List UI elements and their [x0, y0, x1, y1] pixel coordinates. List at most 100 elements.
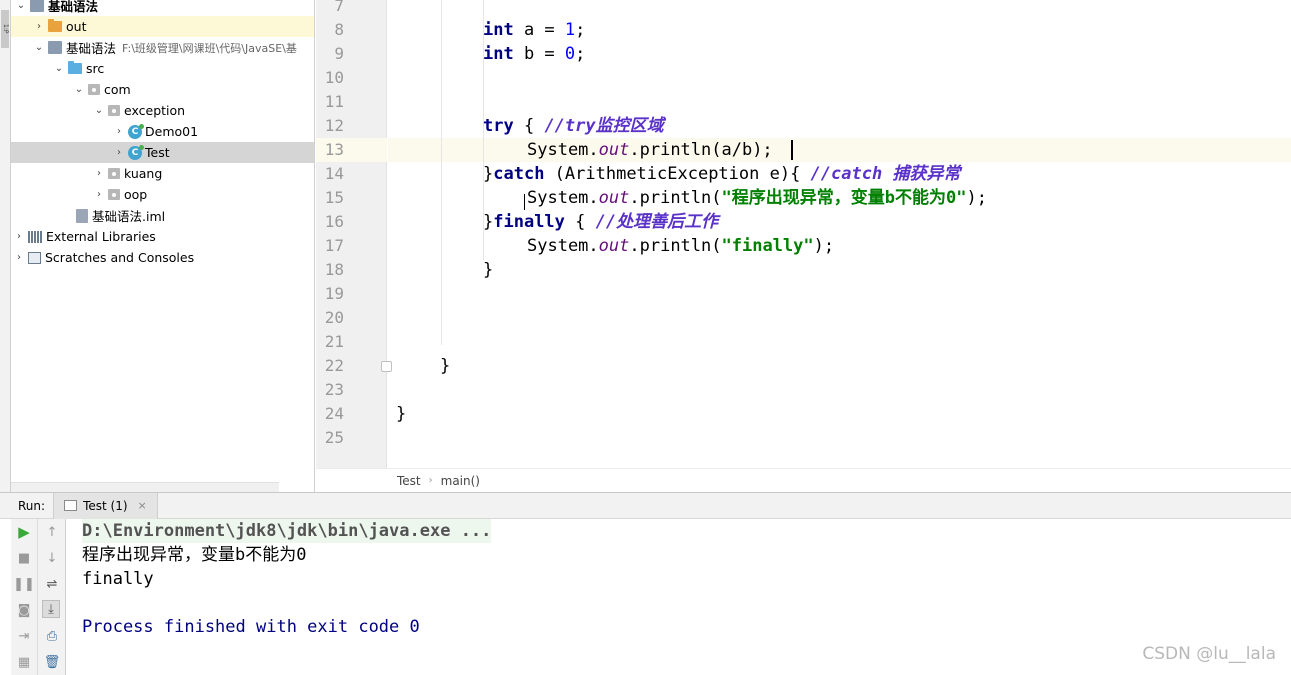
chevron-down-icon[interactable]: ⌄ [15, 0, 27, 11]
indent-guide [441, 0, 442, 345]
package-icon [108, 168, 120, 179]
module-path: F:\班级管理\网课班\代码\JavaSE\基 [122, 41, 297, 55]
print-icon[interactable]: ⎙ [43, 627, 61, 645]
tree-item-label: kuang [124, 166, 163, 181]
package-icon [108, 189, 120, 200]
scroll-end-icon[interactable]: ⤓ [42, 600, 60, 618]
tree-item-label: 基础语法.iml [92, 209, 166, 224]
tree-row-kuang[interactable]: › kuang [11, 163, 314, 184]
tree-item-label: 基础语法 [66, 41, 117, 56]
chevron-down-icon[interactable]: ⌄ [33, 42, 45, 53]
run-toolbar-secondary: ↑ ↓ ⇌ ⤓ ⎙ 🗑 [38, 519, 66, 675]
line-number: 24 [324, 404, 344, 423]
down-icon[interactable]: ↓ [43, 549, 61, 567]
run-icon[interactable]: ▶ [15, 523, 33, 541]
tree-item-label: src [86, 61, 105, 76]
chevron-down-icon[interactable]: ⌄ [53, 63, 65, 74]
tree-row-src[interactable]: ⌄ src [11, 58, 314, 79]
code-editor[interactable]: 7 8 9 10 11 12 13 14 15 16 17 18 19 20 21 22 23 24 25 int … [316, 0, 1291, 492]
tree-item-label: Test [145, 145, 170, 160]
code-line-13: System.out.println(a/b); [527, 140, 773, 160]
stop-icon[interactable]: ■ [15, 549, 33, 567]
tree-row-external-libraries[interactable]: › External Libraries [11, 226, 314, 247]
chevron-down-icon[interactable]: ⌄ [73, 84, 85, 95]
line-number: 22 [324, 356, 344, 375]
chevron-right-icon[interactable]: › [113, 126, 125, 137]
console-command-line: D:\Environment\jdk8\jdk\bin\java.exe ... [82, 519, 492, 543]
code-line-22: } [440, 356, 451, 376]
line-number: 21 [324, 332, 344, 351]
chevron-right-icon[interactable]: › [13, 231, 25, 242]
tree-item-label: out [66, 19, 87, 34]
watermark: CSDN @lu__lala [1142, 644, 1276, 664]
chevron-down-icon[interactable]: ⌄ [93, 105, 105, 116]
tree-row-iml[interactable]: 基础语法.iml [11, 205, 314, 226]
exit-icon[interactable]: ⇥ [15, 627, 33, 645]
breadcrumb-item-class[interactable]: Test [397, 474, 421, 488]
line-number: 7 [334, 0, 344, 15]
close-icon[interactable]: × [138, 499, 147, 512]
chevron-right-icon[interactable]: › [113, 147, 125, 158]
code-line-12: try { //try监控区域 [483, 116, 664, 136]
run-tab-label: Test (1) [83, 498, 128, 513]
run-config-icon [64, 500, 78, 511]
run-panel-label: Run: [18, 498, 46, 513]
library-icon [28, 230, 42, 243]
tree-row-com[interactable]: ⌄ com [11, 79, 314, 100]
line-number: 18 [324, 260, 344, 279]
mouse-ibeam-cursor [524, 194, 525, 210]
horizontal-scrollbar[interactable] [11, 482, 279, 492]
tree-root-label: 基础语法 [48, 0, 99, 14]
iml-file-icon [76, 208, 88, 223]
camera-icon[interactable]: ◙ [15, 601, 33, 619]
fold-marker-icon[interactable] [381, 361, 392, 372]
tree-row-test[interactable]: › C Test [11, 142, 314, 163]
run-tab-test[interactable]: Test (1) × [53, 492, 158, 519]
line-number: 14 [324, 164, 344, 183]
tree-row-module[interactable]: ⌄ 基础语法 F:\班级管理\网课班\代码\JavaSE\基 [11, 37, 314, 58]
line-number: 19 [324, 284, 344, 303]
tree-row-oop[interactable]: › oop [11, 184, 314, 205]
wrap-icon[interactable]: ⇌ [43, 575, 61, 593]
layout-icon[interactable]: ▦ [15, 653, 33, 671]
tree-item-label: External Libraries [46, 229, 156, 244]
line-number: 20 [324, 308, 344, 327]
chevron-right-icon[interactable]: › [33, 21, 45, 32]
run-toolbar-primary: ▶ ■ ❚❚ ◙ ⇥ ▦ [11, 519, 38, 675]
line-number: 16 [324, 212, 344, 231]
code-line-8: int a = 1; [483, 20, 586, 40]
project-tool-tab[interactable]: 1:P [1, 10, 9, 48]
tree-row-scratches[interactable]: › Scratches and Consoles [11, 247, 314, 268]
left-tool-strip: 1:P [0, 0, 11, 492]
chevron-right-icon[interactable]: › [93, 168, 105, 179]
tree-row-out[interactable]: › out [11, 16, 314, 37]
code-line-14: }catch (ArithmeticException e){ //catch … [483, 164, 961, 184]
trash-icon[interactable]: 🗑 [43, 653, 61, 671]
tree-item-label: oop [124, 187, 148, 202]
project-tree-panel: ⌄ 基础语法 › out ⌄ 基础语法 F:\班级管理\网课班\代码\JavaS… [11, 0, 315, 492]
line-number: 11 [324, 92, 344, 111]
breadcrumb-item-method[interactable]: main() [441, 474, 480, 488]
tree-row-exception[interactable]: ⌄ exception [11, 100, 314, 121]
pause-icon[interactable]: ❚❚ [13, 575, 35, 593]
scratches-icon [28, 251, 41, 264]
line-number: 12 [324, 116, 344, 135]
chevron-right-icon[interactable]: › [93, 189, 105, 200]
text-caret [791, 140, 793, 160]
java-class-icon: C [128, 123, 144, 139]
run-panel-header: Run: Test (1) × [0, 492, 1291, 519]
code-line-17: System.out.println("finally"); [527, 236, 835, 256]
tree-row-demo01[interactable]: › C Demo01 [11, 121, 314, 142]
line-number: 23 [324, 380, 344, 399]
run-console[interactable]: D:\Environment\jdk8\jdk\bin\java.exe ...… [66, 519, 1291, 675]
chevron-right-icon[interactable]: › [13, 252, 25, 263]
line-number: 10 [324, 68, 344, 87]
console-exit-line: Process finished with exit code 0 [82, 617, 420, 637]
tree-row-root[interactable]: ⌄ 基础语法 [11, 0, 314, 16]
tree-item-label: com [104, 82, 131, 97]
java-class-icon: C [128, 144, 144, 160]
up-icon[interactable]: ↑ [43, 523, 61, 541]
code-line-18: } [483, 260, 494, 280]
code-line-16: }finally { //处理善后工作 [483, 212, 719, 232]
tree-item-label: Demo01 [145, 124, 199, 139]
